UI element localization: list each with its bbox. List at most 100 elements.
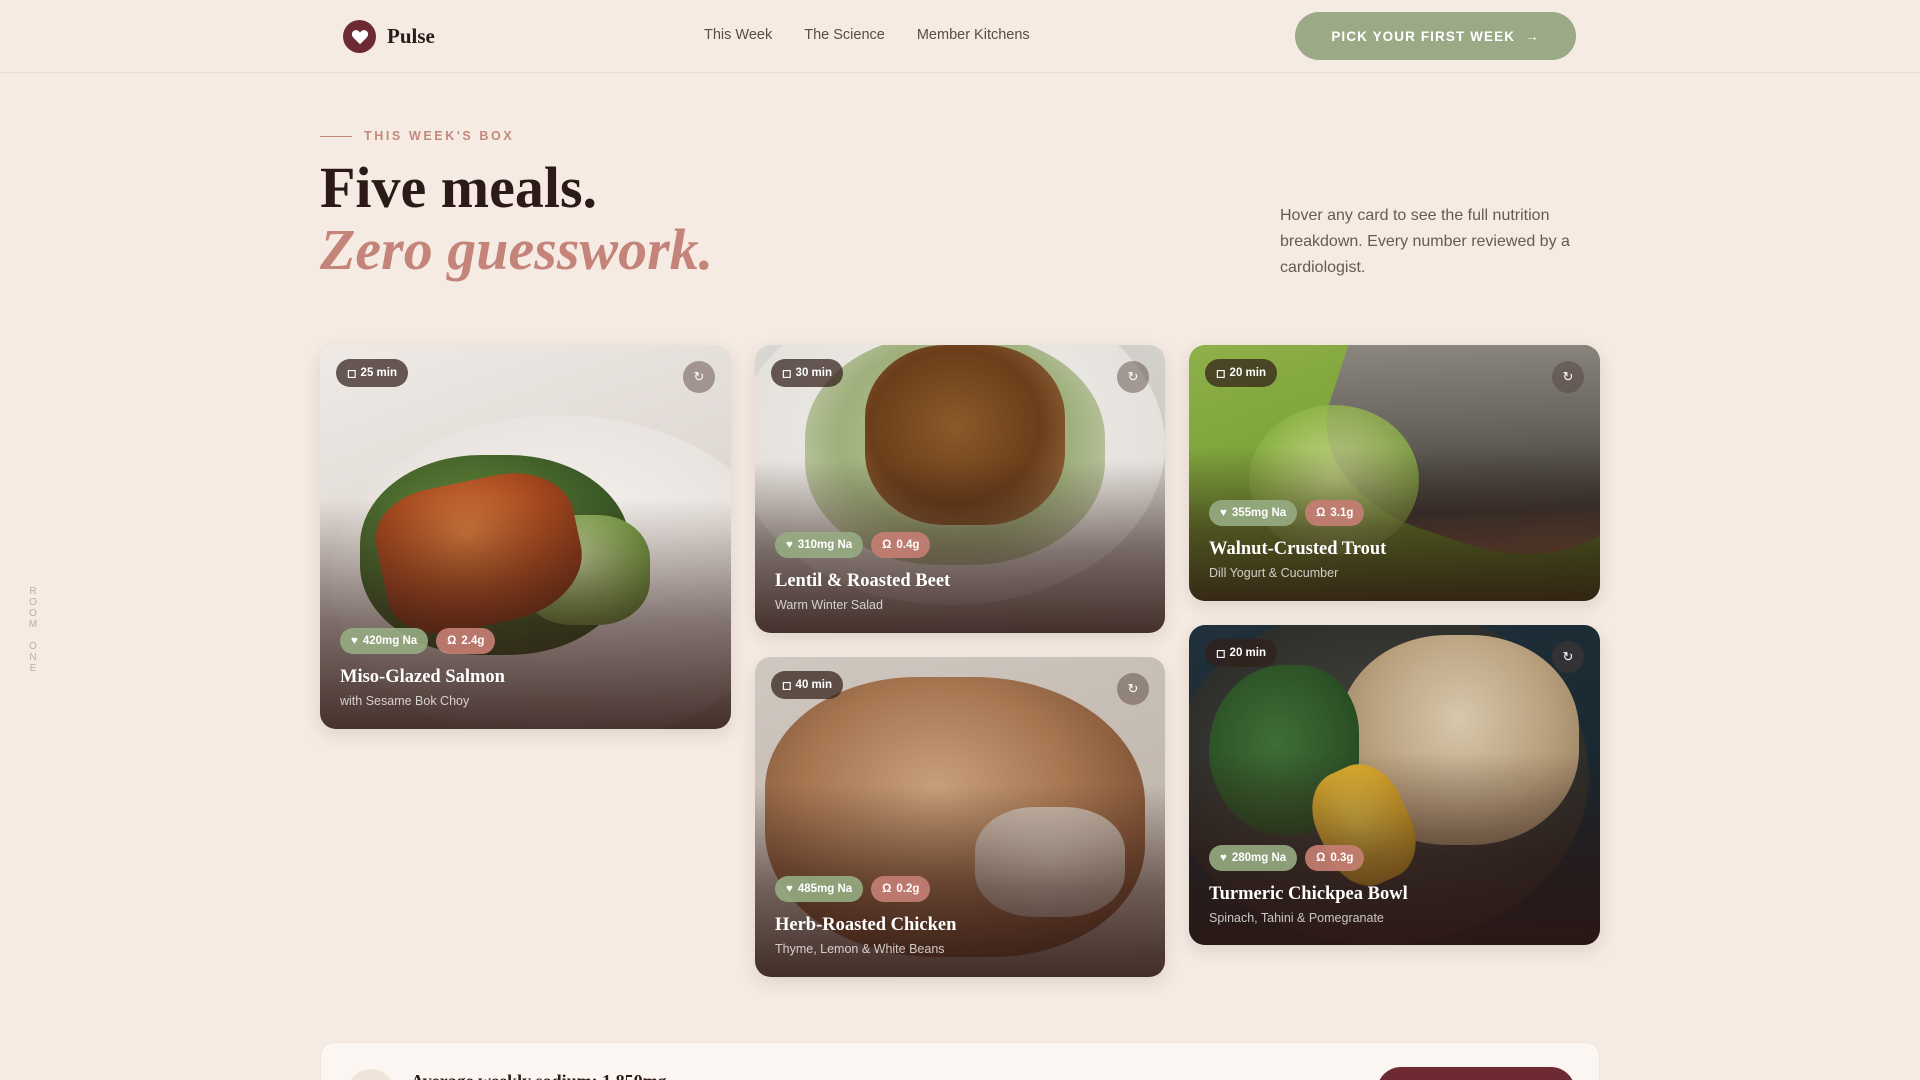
side-label-letter: R	[29, 586, 37, 597]
meal-title: Herb-Roasted Chicken	[775, 915, 957, 935]
section-eyebrow: THIS WEEK'S BOX	[320, 129, 514, 143]
omega-value: 0.2g	[896, 883, 920, 895]
swap-meal-button[interactable]: ↻	[1552, 641, 1584, 673]
time-label: 30 min	[795, 367, 832, 379]
side-label-letter: O	[29, 641, 37, 652]
brand-logo[interactable]: Pulse	[343, 20, 435, 53]
heart-icon: ♥	[351, 635, 358, 647]
clock-icon: ◻	[1216, 368, 1226, 380]
sodium-value: 310mg Na	[797, 539, 853, 551]
time-badge: ◻ 20 min	[1205, 359, 1277, 387]
heart-icon: ♥	[786, 539, 793, 551]
time-badge: ◻ 40 min	[771, 671, 843, 699]
omega-value: 2.4g	[461, 635, 485, 647]
omega-badge: Ω 2.4g	[436, 628, 496, 654]
sodium-badge: ♥ 355mg Na	[1209, 500, 1298, 526]
omega-icon: Ω	[882, 539, 892, 551]
hero-title-line2: Zero guesswork.	[320, 217, 714, 282]
clock-icon: ◻	[782, 680, 792, 692]
time-label: 40 min	[795, 679, 832, 691]
swap-icon: ↻	[1127, 369, 1139, 384]
omega-value: 0.4g	[896, 539, 920, 551]
omega-icon: Ω	[1316, 507, 1326, 519]
meal-subtitle: Thyme, Lemon & White Beans	[775, 942, 945, 956]
brand-name: Pulse	[387, 24, 435, 48]
sodium-value: 420mg Na	[362, 635, 418, 647]
side-label-letter: O	[29, 608, 37, 619]
swap-icon: ↻	[1127, 681, 1139, 696]
meal-title: Turmeric Chickpea Bowl	[1209, 884, 1408, 904]
nav-links: This Week The Science Member Kitchens	[704, 27, 1030, 43]
sodium-badge: ♥ 420mg Na	[340, 628, 429, 654]
omega-value: 0.3g	[1330, 852, 1354, 864]
sodium-value: 280mg Na	[1231, 852, 1287, 864]
time-label: 20 min	[1229, 367, 1266, 379]
swap-meal-button[interactable]: ↻	[1117, 361, 1149, 393]
side-label-letter: E	[29, 663, 37, 674]
meal-title: Walnut-Crusted Trout	[1209, 539, 1387, 559]
swap-icon: ↻	[693, 369, 705, 384]
omega-icon: Ω	[447, 635, 457, 647]
time-badge: ◻ 20 min	[1205, 639, 1277, 667]
meal-title: Miso-Glazed Salmon	[340, 667, 505, 687]
nutrition-badges: ♥ 485mg Na Ω 0.2g	[775, 876, 931, 902]
heart-icon: ♥	[1220, 507, 1227, 519]
swap-meal-button[interactable]: ↻	[1117, 673, 1149, 705]
time-label: 20 min	[1229, 647, 1266, 659]
pick-first-week-button[interactable]: PICK YOUR FIRST WEEK →	[1295, 12, 1576, 60]
meal-title: Lentil & Roasted Beet	[775, 571, 951, 591]
omega-icon: Ω	[1316, 852, 1326, 864]
swap-meal-button[interactable]: ↻	[1552, 361, 1584, 393]
side-label-letter: O	[29, 597, 37, 608]
sodium-value: 355mg Na	[1231, 507, 1287, 519]
time-badge: ◻ 30 min	[771, 359, 843, 387]
heart-icon	[343, 20, 376, 53]
nutrition-badges: ♥ 355mg Na Ω 3.1g	[1209, 500, 1365, 526]
meal-card-trout[interactable]: ◻ 20 min ↻ ♥ 355mg Na Ω 3.1g Walnut-Crusted…	[1189, 345, 1600, 601]
meal-card-chickpea[interactable]: ◻ 20 min ↻ ♥ 280mg Na Ω 0.3g Turmeric Chick…	[1189, 625, 1600, 945]
meal-card-lentil[interactable]: ◻ 30 min ↻ ♥ 310mg Na Ω 0.4g Lentil & Roast…	[755, 345, 1165, 633]
nav-link-this-week[interactable]: This Week	[704, 27, 772, 43]
weekly-summary-bar: Average weekly sodium: 1,850mg	[320, 1042, 1600, 1080]
eyebrow-text: THIS WEEK'S BOX	[364, 129, 515, 143]
sodium-badge: ♥ 485mg Na	[775, 876, 864, 902]
side-label-letter: N	[29, 652, 37, 663]
swap-icon: ↻	[1562, 649, 1574, 664]
sodium-value: 485mg Na	[797, 883, 853, 895]
time-label: 25 min	[360, 367, 397, 379]
weekly-sodium-text: Average weekly sodium: 1,850mg	[411, 1071, 667, 1080]
meal-card-chicken[interactable]: ◻ 40 min ↻ ♥ 485mg Na Ω 0.2g Herb-Roasted C…	[755, 657, 1165, 977]
omega-badge: Ω 0.3g	[1305, 845, 1365, 871]
meal-card-salmon[interactable]: ◻ 25 min ↻ ♥ 420mg Na Ω 2.4g Miso-Glazed Sa…	[320, 345, 731, 729]
swap-icon: ↻	[1562, 369, 1574, 384]
nutrition-badges: ♥ 310mg Na Ω 0.4g	[775, 532, 931, 558]
heart-icon: ♥	[786, 883, 793, 895]
omega-badge: Ω 3.1g	[1305, 500, 1365, 526]
nav-link-member-kitchens[interactable]: Member Kitchens	[917, 27, 1030, 43]
side-label-letter: M	[28, 619, 38, 630]
heart-icon: ♥	[1220, 852, 1227, 864]
meal-subtitle: Spinach, Tahini & Pomegranate	[1209, 911, 1384, 925]
nav-link-the-science[interactable]: The Science	[804, 27, 885, 43]
omega-badge: Ω 0.4g	[871, 532, 931, 558]
clock-icon: ◻	[1216, 648, 1226, 660]
summary-action-button[interactable]	[1377, 1067, 1575, 1080]
hero-note: Hover any card to see the full nutrition…	[1280, 207, 1570, 276]
nutrition-badges: ♥ 420mg Na Ω 2.4g	[340, 628, 496, 654]
swap-meal-button[interactable]: ↻	[683, 361, 715, 393]
meal-subtitle: with Sesame Bok Choy	[340, 694, 470, 708]
sodium-badge: ♥ 310mg Na	[775, 532, 864, 558]
top-nav: Pulse This Week The Science Member Kitch…	[0, 0, 1920, 73]
side-label-room-one: R O O M O N E	[25, 586, 41, 676]
meal-subtitle: Warm Winter Salad	[775, 598, 883, 612]
summary-icon	[347, 1069, 395, 1080]
sodium-badge: ♥ 280mg Na	[1209, 845, 1298, 871]
clock-icon: ◻	[347, 368, 357, 380]
arrow-right-icon: →	[1525, 28, 1540, 44]
hero-title-line1: Five meals.	[320, 155, 598, 220]
omega-value: 3.1g	[1330, 507, 1354, 519]
eyebrow-rule	[320, 135, 352, 137]
omega-icon: Ω	[882, 883, 892, 895]
nutrition-badges: ♥ 280mg Na Ω 0.3g	[1209, 845, 1365, 871]
omega-badge: Ω 0.2g	[871, 876, 931, 902]
